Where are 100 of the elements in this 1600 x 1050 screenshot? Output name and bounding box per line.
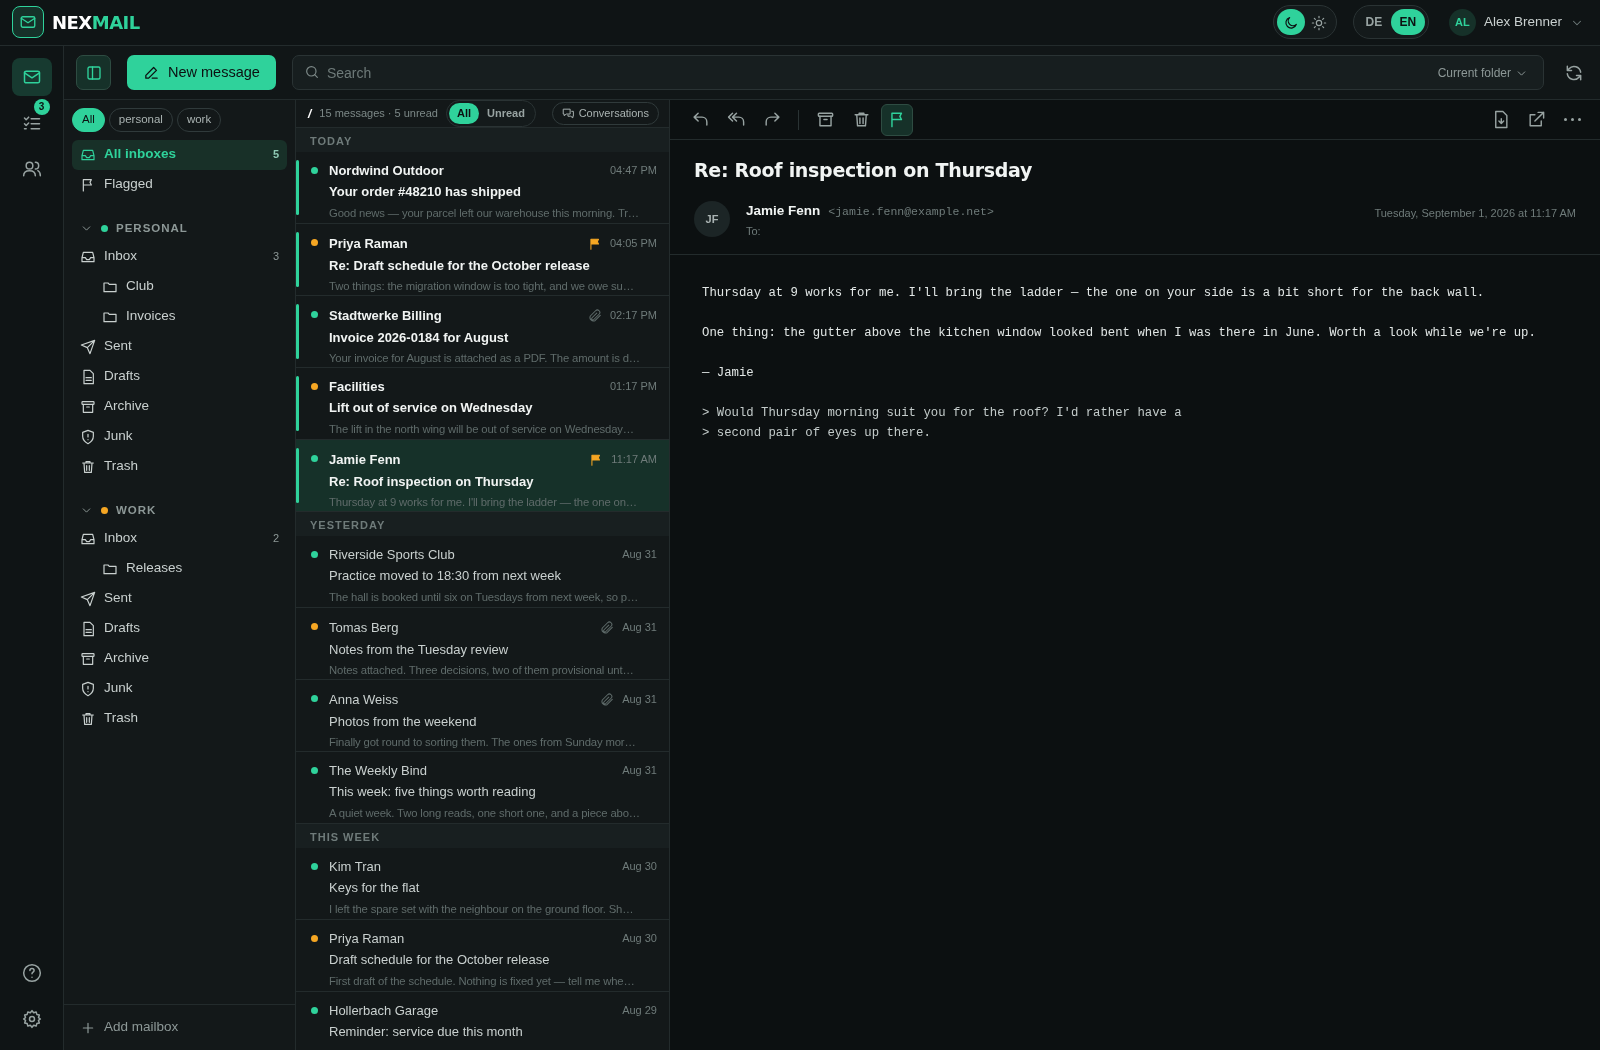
trash-icon: [80, 458, 96, 475]
sender-name: Kim Tran: [329, 857, 381, 876]
folder-item[interactable]: Sent: [72, 331, 287, 362]
message-item[interactable]: Stadtwerke Billing 02:17 PM Invoice 2026-0184 for August Your invoice for August is attached as a PDF. The amount is d…: [296, 295, 669, 368]
date-group-header: YESTERDAY: [296, 511, 669, 536]
list-title: /: [308, 105, 312, 123]
folder-item[interactable]: Inbox 3: [72, 241, 287, 272]
count-badge: 3: [33, 98, 50, 115]
settings-icon: [21, 1009, 42, 1029]
folder-item[interactable]: Flagged: [72, 169, 287, 200]
sender-name: Stadtwerke Billing: [329, 306, 442, 325]
sender-name: Anna Weiss: [329, 690, 399, 709]
archive-icon: [815, 110, 835, 130]
account-header[interactable]: PERSONAL: [72, 215, 287, 242]
message-preview: The hall is booked until six on Tuesdays from next week, so p…: [329, 589, 640, 605]
document-icon: [80, 368, 96, 385]
folder-item[interactable]: Drafts: [72, 361, 287, 392]
sender-name: Hollerbach Garage: [329, 1001, 439, 1020]
message-time: Aug 31: [622, 763, 657, 779]
filter-tab[interactable]: All: [449, 103, 480, 124]
message-preview: The lift in the north wing will be out of service on Wednesday…: [329, 421, 635, 437]
more-icon: [1563, 118, 1581, 122]
message-preview: First draft of the schedule. Nothing is fixed yet — tell me whe…: [329, 973, 636, 989]
folder-item[interactable]: Invoices: [72, 301, 287, 332]
external-link-icon: [1526, 110, 1546, 130]
message-time: 02:17 PM: [609, 308, 657, 324]
folder-item[interactable]: Archive: [72, 391, 287, 422]
message-item[interactable]: Anna Weiss Aug 31 Photos from the weekend Finally got round to sorting them. The ones from Sunday mor…: [296, 679, 669, 752]
filter-tab[interactable]: Unread: [479, 103, 533, 124]
flag-button[interactable]: [881, 103, 913, 136]
message-subject: Your order #48210 has shipped: [329, 183, 522, 202]
folder-item[interactable]: All inboxes 5: [72, 139, 287, 170]
app-logo: NEXMAIL: [52, 10, 140, 35]
folder-item[interactable]: Archive: [72, 643, 287, 674]
new-message-button[interactable]: New message: [127, 55, 276, 90]
message-title: Re: Roof inspection on Thursday: [694, 158, 1034, 184]
document-icon: [80, 620, 96, 637]
folder-item[interactable]: Releases: [72, 553, 287, 584]
add-mailbox-button[interactable]: Add mailbox: [64, 1004, 295, 1050]
account-header[interactable]: WORK: [72, 497, 287, 524]
message-item[interactable]: The Weekly Bind Aug 31 This week: five things worth reading A quiet week. Two long reads, one short one, and a piece abo…: [296, 751, 669, 824]
sidebar-toggle[interactable]: [76, 55, 111, 90]
sender-name: Priya Raman: [329, 929, 405, 948]
folder-item[interactable]: Junk: [72, 421, 287, 452]
scope-dropdown[interactable]: Current folder: [1431, 63, 1534, 83]
date-group-header: TODAY: [296, 127, 669, 152]
date-group-header: THIS WEEK: [296, 823, 669, 848]
unread-count: 3: [272, 249, 279, 265]
message-time: 11:17 AM: [611, 452, 657, 468]
archive-icon: [80, 398, 96, 415]
sender-name: Jamie Fenn: [329, 450, 401, 469]
chat-bubbles-icon: [561, 107, 575, 121]
message-item[interactable]: Nordwind Outdoor 04:47 PM Your order #48210 has shipped Good news — your parcel left our warehouse this morning. Tr…: [296, 151, 669, 224]
message-item[interactable]: Tomas Berg Aug 31 Notes from the Tuesday review Notes attached. Three decisions, two of them provisional unt…: [296, 607, 669, 680]
sender-name: Jamie Fenn: [746, 201, 821, 220]
message-preview: Notes attached. Three decisions, two of them provisional unt…: [329, 663, 635, 679]
message-subject: Invoice 2026-0184 for August: [329, 328, 510, 347]
folder-item[interactable]: Inbox 2: [72, 523, 287, 554]
tag-filter[interactable]: All: [72, 108, 105, 132]
unread-count: 2: [272, 531, 279, 547]
message-subject: This week: five things worth reading: [329, 783, 537, 802]
folder-item[interactable]: Junk: [72, 673, 287, 704]
message-item[interactable]: Facilities 01:17 PM Lift out of service on Wednesday The lift in the north wing will be out of service on Wednesday…: [296, 367, 669, 440]
folder-item[interactable]: Trash: [72, 703, 287, 734]
message-item[interactable]: Priya Raman Aug 30 Draft schedule for the October release First draft of the schedule. Nothing is fixed yet — tell me whe…: [296, 919, 669, 992]
message-item[interactable]: Jamie Fenn 11:17 AM Re: Roof inspection on Thursday Thursday at 9 works for me. I'll bring the ladder — the one on…: [296, 439, 669, 512]
send-icon: [80, 590, 96, 607]
user-avatar: AL: [1448, 8, 1476, 36]
nav-button[interactable]: [11, 57, 52, 96]
sender-name: Riverside Sports Club: [329, 545, 455, 564]
quoted-text: > Would Thursday morning suit you for the roof? I'd rather have a > second pair of eyes up there.: [702, 404, 1183, 442]
message-time: Aug 31: [622, 692, 657, 708]
paperclip-icon: [600, 693, 615, 708]
language-option[interactable]: EN: [1390, 9, 1425, 36]
sender-name: Nordwind Outdoor: [329, 161, 444, 180]
message-preview: Thursday at 9 works for me. I'll bring the ladder — the one on…: [329, 495, 638, 511]
theme-toggle[interactable]: [1276, 9, 1305, 36]
message-item[interactable]: Hollerbach Garage Aug 29 Reminder: service due this month: [296, 991, 669, 1050]
sidebar-icon: [84, 63, 103, 82]
sender-email: <jamie.fenn@example.net>: [828, 203, 994, 220]
sender-name: Tomas Berg: [329, 618, 399, 637]
message-subject: Notes from the Tuesday review: [329, 640, 510, 659]
sender-avatar: JF: [694, 200, 730, 237]
message-preview: Finally got round to sorting them. The ones from Sunday mor…: [329, 735, 637, 751]
folder-item[interactable]: Club: [72, 271, 287, 302]
user-name[interactable]: Alex Brenner: [1483, 12, 1562, 33]
message-item[interactable]: Kim Tran Aug 30 Keys for the flat I left the spare set with the neighbour on the ground floor. Sh…: [296, 847, 669, 920]
folder-item[interactable]: Sent: [72, 583, 287, 614]
language-option[interactable]: DE: [1356, 9, 1391, 36]
message-preview: Your invoice for August is attached as a PDF. The amount is d…: [329, 351, 641, 367]
message-item[interactable]: Priya Raman 04:05 PM Re: Draft schedule for the October release Two things: the migration window is too tight, and we owe su…: [296, 223, 669, 296]
folder-item[interactable]: Trash: [72, 451, 287, 482]
logo-icon: [12, 6, 44, 39]
unread-count: 5: [272, 147, 279, 163]
message-summary: 15 messages · 5 unread: [319, 106, 438, 122]
folder-item[interactable]: Drafts: [72, 613, 287, 644]
message-item[interactable]: Riverside Sports Club Aug 31 Practice moved to 18:30 from next week The hall is booked until six on Tuesdays from next week, so p…: [296, 535, 669, 608]
message-preview: Two things: the migration window is too tight, and we owe su…: [329, 279, 635, 295]
message-paragraph: — Jamie: [702, 364, 755, 382]
help-icon: [21, 963, 42, 983]
